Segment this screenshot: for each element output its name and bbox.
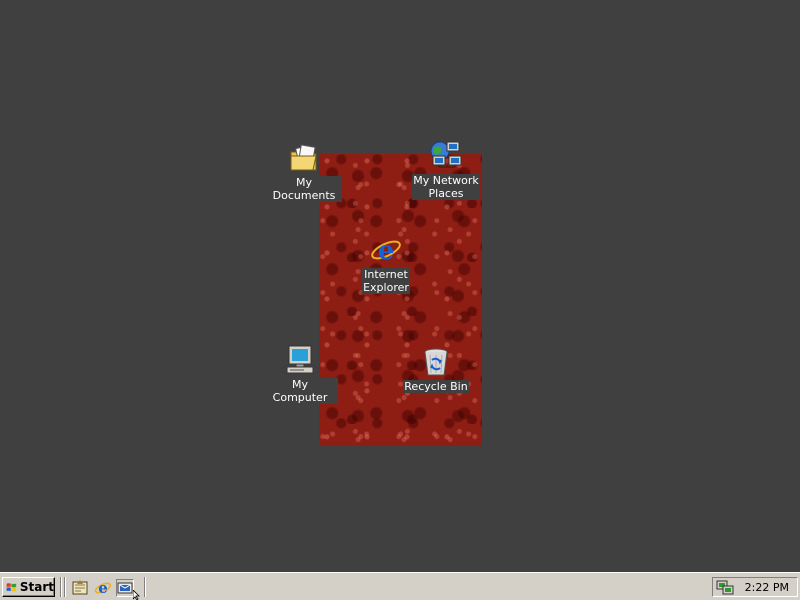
network-connection-icon[interactable] [716,579,734,595]
desktop-icon-label: Recycle Bin [403,380,469,393]
system-tray: 2:22 PM [712,577,798,597]
quick-launch-show-desktop[interactable] [71,579,89,597]
windows-logo-icon [6,583,17,592]
show-desktop-icon [72,580,88,595]
quick-launch-outlook-express[interactable] [116,579,134,597]
internet-explorer-icon: e [94,579,112,597]
my-computer-icon [286,345,314,374]
taskbar-separator [144,577,146,597]
desktop-icon-my-documents[interactable]: My Documents [266,142,342,202]
quick-launch-internet-explorer[interactable]: e [94,579,112,597]
my-documents-icon [290,144,317,171]
mouse-cursor-icon [133,590,140,600]
desktop-icon-label: Internet Explorer [362,268,410,294]
desktop-icon-my-network-places[interactable]: My Network Places [408,140,484,200]
desktop-icon-label: My Computer [262,378,338,404]
taskbar-clock[interactable]: 2:22 PM [745,581,789,594]
recycle-bin-icon [424,348,448,376]
taskbar-grip [64,577,66,597]
svg-text:e: e [98,579,108,597]
taskbar: Start e 2:22 PM [0,572,800,600]
internet-explorer-icon: e [371,236,401,266]
desktop-icon-my-computer[interactable]: My Computer [262,344,338,404]
desktop-icon-label: My Network Places [412,174,480,200]
my-network-places-icon [430,141,462,168]
desktop-icon-recycle-bin[interactable]: Recycle Bin [398,346,474,393]
desktop: My Documents My Network Places e Interne… [0,0,800,572]
desktop-icon-label: My Documents [266,176,342,202]
start-button[interactable]: Start [2,577,55,597]
taskbar-separator [60,577,62,597]
outlook-express-icon [117,582,133,594]
desktop-icon-internet-explorer[interactable]: e Internet Explorer [348,234,424,294]
start-label: Start [19,580,54,594]
svg-text:e: e [378,236,395,266]
